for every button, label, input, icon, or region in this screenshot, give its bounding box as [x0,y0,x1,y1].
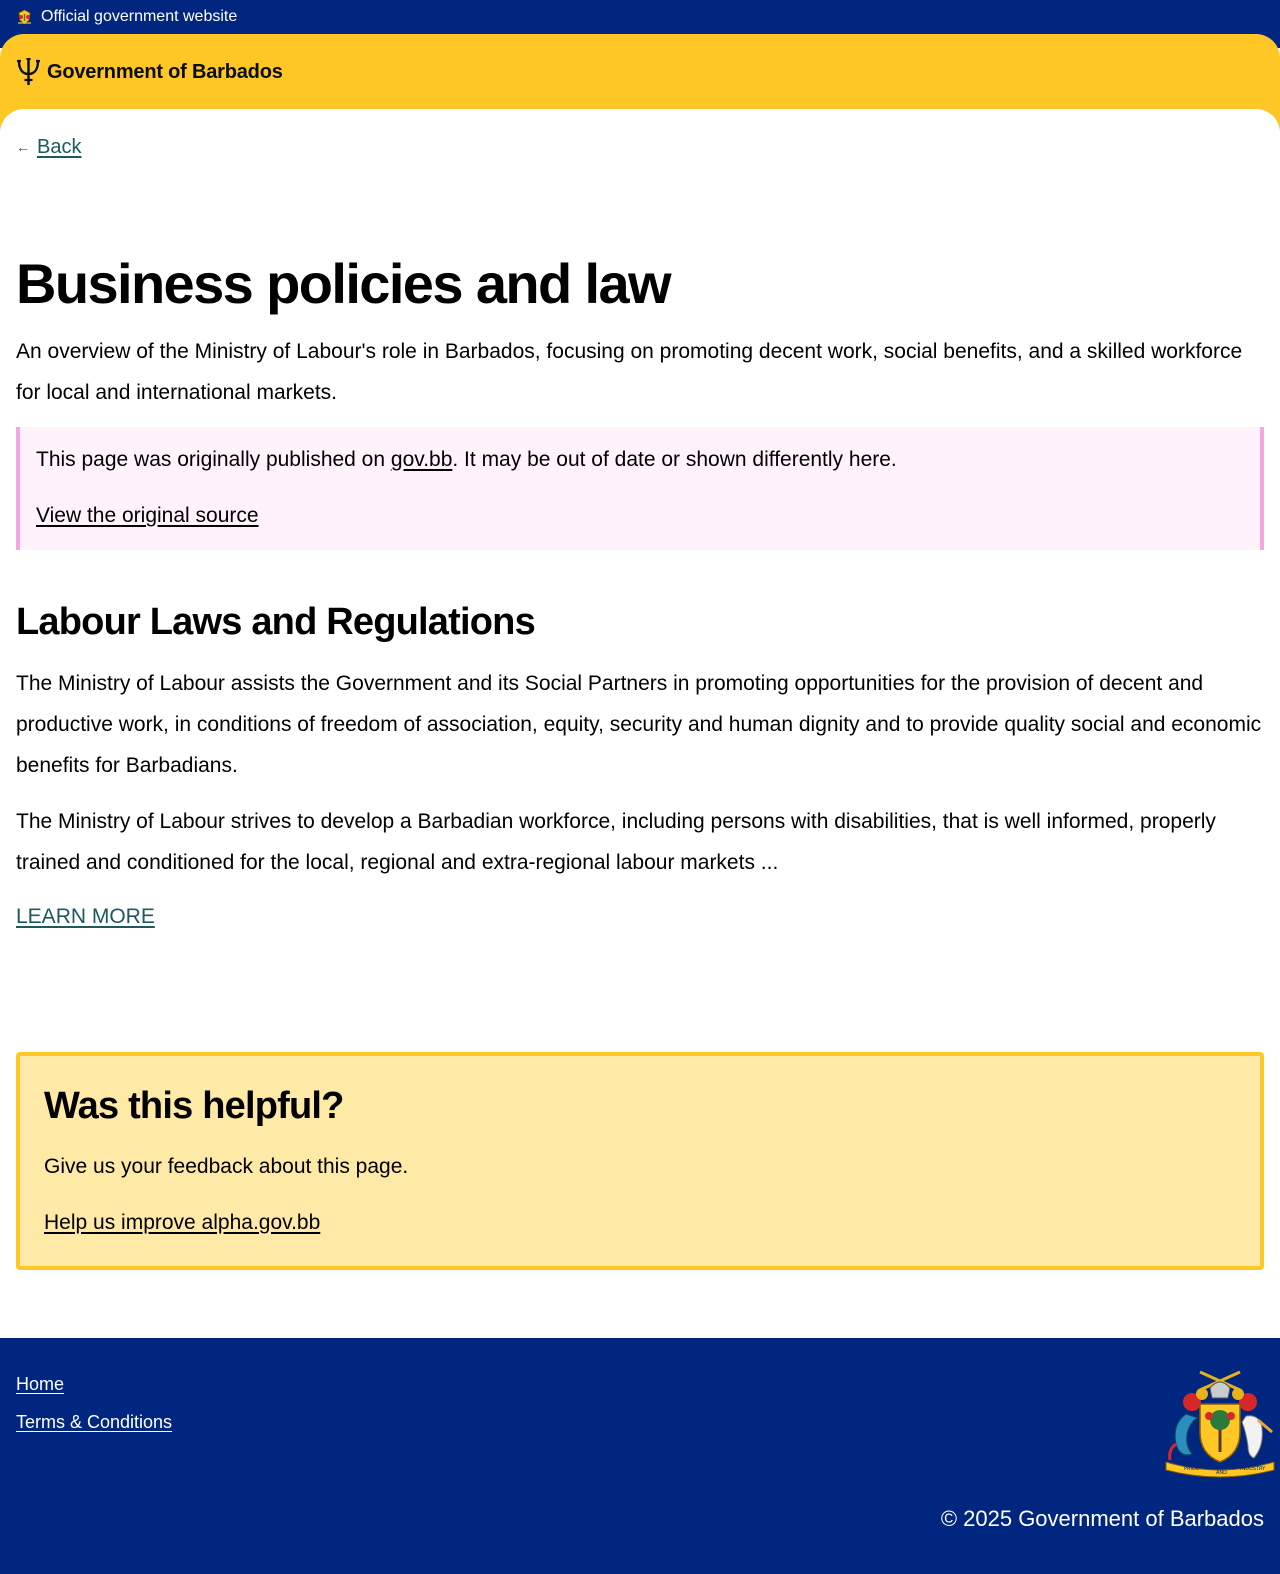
section-paragraph: The Ministry of Labour assists the Gover… [16,672,1262,777]
brand-name: Government of Barbados [47,60,283,83]
main-content: ← Back Business policies and law An over… [0,109,1280,1338]
footer-home-link[interactable]: Home [16,1372,64,1396]
origin-notice: This page was originally published on go… [16,427,1264,550]
gov-bb-link[interactable]: gov.bb [391,448,453,471]
arrow-left-icon: ← [16,139,30,155]
site-footer: Home Terms & Conditions PRIDE AND INDUST… [0,1338,1280,1574]
svg-text:INDUSTRY: INDUSTRY [1240,1466,1266,1472]
feedback-heading: Was this helpful? [44,1085,344,1127]
copyright-text: © 2025 Government of Barbados [940,1506,1264,1531]
feedback-text: Give us your feedback about this page. [44,1155,409,1178]
barbados-crest-icon [18,9,31,25]
footer-terms-link[interactable]: Terms & Conditions [16,1410,172,1434]
section-heading: Labour Laws and Regulations [16,601,536,643]
notice-text-after: . It may be out of date or shown differe… [452,448,897,471]
original-source-link[interactable]: View the original source [36,501,259,531]
back-link[interactable]: ← Back [16,135,81,159]
feedback-link[interactable]: Help us improve alpha.gov.bb [44,1208,320,1238]
official-banner-content: Official government website [16,8,237,26]
brand-home-link[interactable]: Government of Barbados [16,58,283,86]
official-banner-text: Official government website [41,8,238,25]
svg-text:PRIDE: PRIDE [1184,1466,1199,1472]
page-lead: An overview of the Ministry of Labour's … [16,340,1243,404]
section-paragraph: The Ministry of Labour strives to develo… [16,810,1216,874]
notice-text-before: This page was originally published on [36,448,391,471]
svg-text:AND: AND [1216,1470,1227,1476]
coat-of-arms-icon: PRIDE AND INDUSTRY [1165,1370,1275,1478]
page-title: Business policies and law [16,252,672,315]
feedback-panel: Was this helpful? Give us your feedback … [16,1052,1264,1270]
back-label: Back [37,136,82,158]
notice-text: This page was originally published on go… [36,445,897,475]
learn-more-link[interactable]: LEARN MORE [16,902,155,932]
trident-icon [17,58,40,85]
